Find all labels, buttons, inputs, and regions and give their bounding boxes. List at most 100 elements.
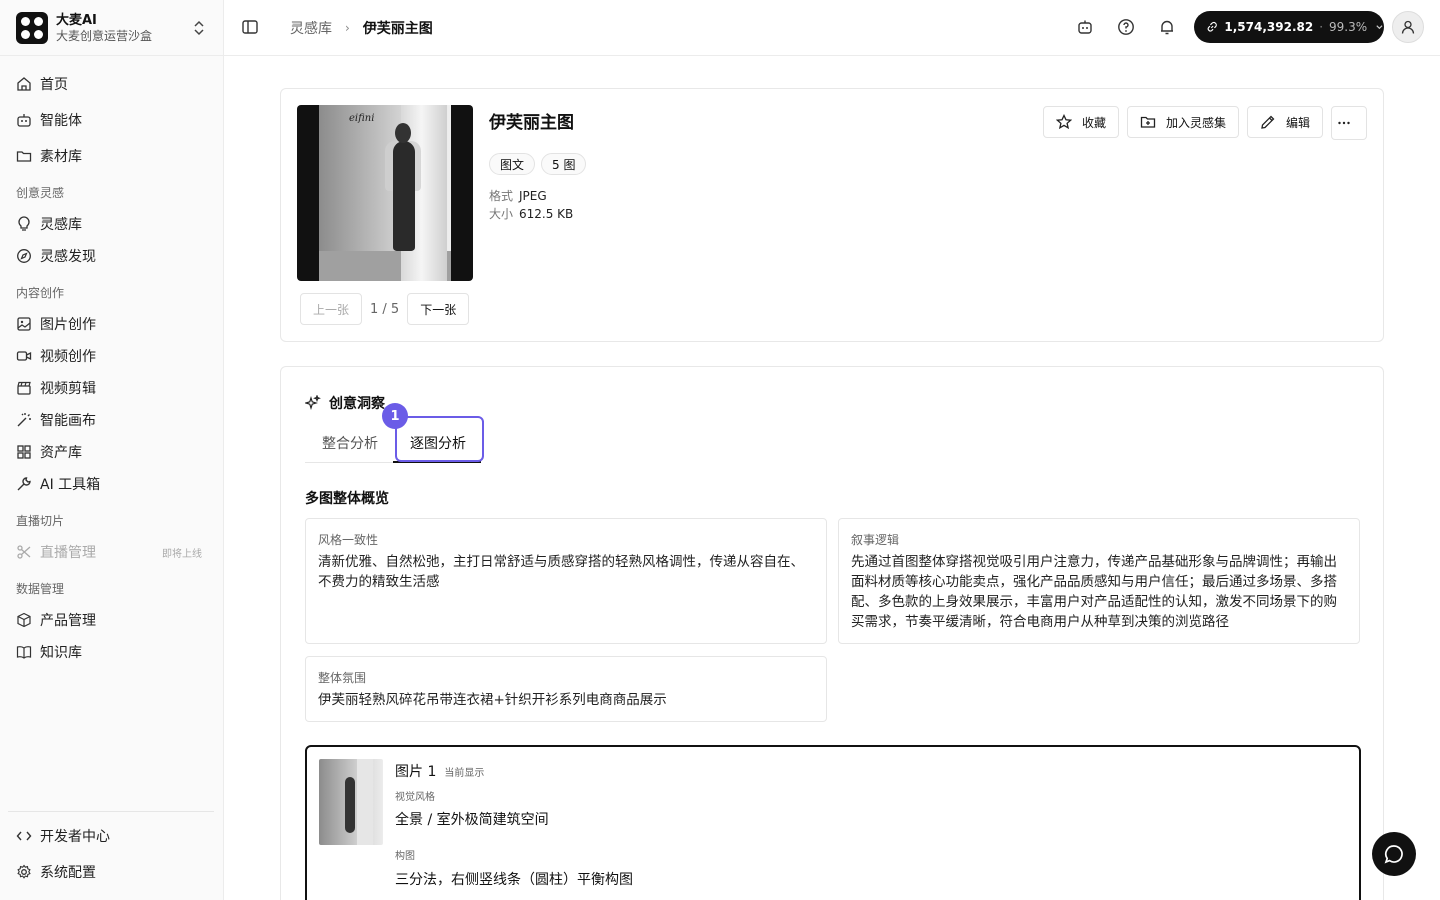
bell-icon[interactable] <box>1158 18 1176 36</box>
gear-icon <box>17 864 31 879</box>
home-icon <box>17 77 31 91</box>
narrative-logic-box: 叙事逻辑 先通过首图整体穿搭视觉吸引用户注意力，传递产品基础形象与品牌调性；再输… <box>838 518 1360 644</box>
image-thumbnail <box>319 759 383 845</box>
add-to-set-label: 加入灵感集 <box>1165 115 1226 130</box>
box-text: 先通过首图整体穿搭视觉吸引用户注意力，传递产品基础形象与品牌调性；再输出面料材质… <box>851 554 1337 630</box>
tab-combined-analysis[interactable]: 整合分析 <box>322 433 378 453</box>
image-icon <box>17 317 31 331</box>
grid-icon <box>17 445 31 459</box>
sidebar-item-inspiration-discover[interactable]: 灵感发现 <box>16 242 216 270</box>
compass-icon <box>17 249 31 263</box>
bot-icon[interactable] <box>1076 18 1094 36</box>
field-value: 全景 / 室外极简建筑空间 <box>395 812 549 828</box>
favorite-label: 收藏 <box>1081 115 1106 130</box>
image-analysis-card[interactable]: 图片 1 当前显示 视觉风格 全景 / 室外极简建筑空间 构图 三分法，右侧竖线… <box>305 745 1361 900</box>
sidebar-item-ai-toolbox[interactable]: AI 工具箱 <box>16 470 216 498</box>
box-label: 叙事逻辑 <box>851 533 900 547</box>
insight-title: 创意洞察 <box>329 396 385 412</box>
prev-image-button[interactable]: 上一张 <box>300 293 363 325</box>
sidebar-item-label: 知识库 <box>40 645 82 661</box>
style-consistency-box: 风格一致性 清新优雅、自然松弛，主打日常舒适与质感穿搭的轻熟风格调性，传递从容自… <box>305 518 827 644</box>
sidebar-item-settings[interactable]: 系统配置 <box>16 858 216 886</box>
sidebar-item-video-edit[interactable]: 视频剪辑 <box>16 374 216 402</box>
section-live: 直播切片 <box>16 514 65 528</box>
user-icon <box>1401 20 1415 34</box>
brand-logo <box>16 12 48 44</box>
topbar: 灵感库 › 伊芙丽主图 1,574,392.82 · 99.3% <box>224 0 1440 56</box>
count-tag: 5 图 <box>541 153 587 175</box>
credits-amount: 1,574,392.82 <box>1224 20 1314 34</box>
box-label: 风格一致性 <box>318 533 379 547</box>
chevron-down-icon <box>1376 25 1383 30</box>
star-icon <box>1055 114 1072 130</box>
more-button[interactable] <box>1331 106 1367 140</box>
sparkles-icon <box>305 395 321 410</box>
credits-balance-button[interactable]: 1,574,392.82 · 99.3% <box>1194 11 1384 43</box>
breadcrumb-current: 伊芙丽主图 <box>362 21 433 37</box>
sidebar-item-live-manage: 直播管理 即将上线 <box>16 538 216 566</box>
wand-icon <box>17 413 31 427</box>
sidebar-item-video-create[interactable]: 视频创作 <box>16 342 216 370</box>
add-to-set-button[interactable]: 加入灵感集 <box>1126 106 1239 138</box>
detail-actions: 收藏 加入灵感集 编辑 <box>1035 106 1367 140</box>
sidebar-item-label: 首页 <box>40 77 68 93</box>
box-label: 整体氛围 <box>318 671 367 685</box>
sidebar-item-product-manage[interactable]: 产品管理 <box>16 606 216 634</box>
sidebar-item-label: 图片创作 <box>40 317 96 333</box>
credits-percent: 99.3% <box>1329 20 1368 34</box>
lightbulb-icon <box>18 216 30 231</box>
edit-label: 编辑 <box>1285 115 1310 130</box>
section-inspiration: 创意灵感 <box>16 186 65 200</box>
sidebar-item-image-create[interactable]: 图片创作 <box>16 310 216 338</box>
video-icon <box>16 351 32 361</box>
sidebar-item-label: 灵感发现 <box>40 249 96 265</box>
folder-icon <box>16 151 32 162</box>
breadcrumb-inspiration-library[interactable]: 灵感库 <box>290 18 332 38</box>
main-image-preview[interactable]: eifini <box>297 105 473 281</box>
image-counter: 1 / 5 <box>370 301 400 317</box>
sidebar-item-label: AI 工具箱 <box>40 477 101 493</box>
sidebar-item-knowledge-base[interactable]: 知识库 <box>16 638 216 666</box>
sidebar-item-developer[interactable]: 开发者中心 <box>16 822 216 850</box>
more-horizontal-icon <box>1338 121 1350 125</box>
sidebar-item-label: 视频剪辑 <box>40 381 96 397</box>
next-image-button[interactable]: 下一张 <box>407 293 470 325</box>
wrench-icon <box>17 477 31 491</box>
annotation-highlight-box <box>395 416 484 462</box>
box-text: 清新优雅、自然松弛，主打日常舒适与质感穿搭的轻熟风格调性，传递从容自在、不费力的… <box>318 554 804 590</box>
image-name: 图片 1 <box>395 764 437 780</box>
sidebar-item-materials[interactable]: 素材库 <box>16 142 216 170</box>
box-text: 伊芙丽轻熟风碎花吊带连衣裙+针织开衫系列电商商品展示 <box>318 692 667 708</box>
meta-key: 大小 <box>489 207 514 221</box>
page-title: 伊芙丽主图 <box>489 113 574 133</box>
annotation-badge: 1 <box>382 403 408 429</box>
sidebar-item-inspiration-library[interactable]: 灵感库 <box>16 210 216 238</box>
field-value: 三分法，右侧竖线条（圆柱）平衡构图 <box>395 872 633 888</box>
sidebar-item-label: 智能画布 <box>40 413 96 429</box>
section-content: 内容创作 <box>16 286 65 300</box>
user-avatar[interactable] <box>1392 11 1424 43</box>
box-icon <box>17 612 31 628</box>
folder-plus-icon <box>1140 116 1156 128</box>
section-data: 数据管理 <box>16 582 65 596</box>
meta-key: 格式 <box>489 189 514 203</box>
creative-insight-card: 创意洞察 整合分析 逐图分析 1 多图整体概览 风格一致性 清新优雅、自然松弛，… <box>280 366 1384 900</box>
image-pager: 上一张 1 / 5 下一张 <box>300 293 470 325</box>
sidebar-item-home[interactable]: 首页 <box>16 70 216 98</box>
scissors-icon <box>17 545 31 559</box>
sidebar-toggle-icon[interactable] <box>241 18 259 36</box>
type-tag: 图文 <box>489 153 536 175</box>
current-badge: 当前显示 <box>444 768 485 779</box>
edit-button[interactable]: 编辑 <box>1246 106 1323 138</box>
sidebar-item-agents[interactable]: 智能体 <box>16 106 216 134</box>
workspace-switcher[interactable]: 大麦AI 大麦创意运营沙盒 <box>16 11 216 45</box>
chevron-up-down-icon <box>194 20 204 36</box>
sidebar-item-asset-library[interactable]: 资产库 <box>16 438 216 466</box>
brand-name: 大麦AI <box>56 13 97 28</box>
sidebar-item-smart-canvas[interactable]: 智能画布 <box>16 406 216 434</box>
chat-button[interactable] <box>1372 832 1416 876</box>
bot-icon <box>17 114 31 127</box>
help-icon[interactable] <box>1117 18 1135 36</box>
coming-soon-badge: 即将上线 <box>162 548 202 560</box>
favorite-button[interactable]: 收藏 <box>1042 106 1119 138</box>
